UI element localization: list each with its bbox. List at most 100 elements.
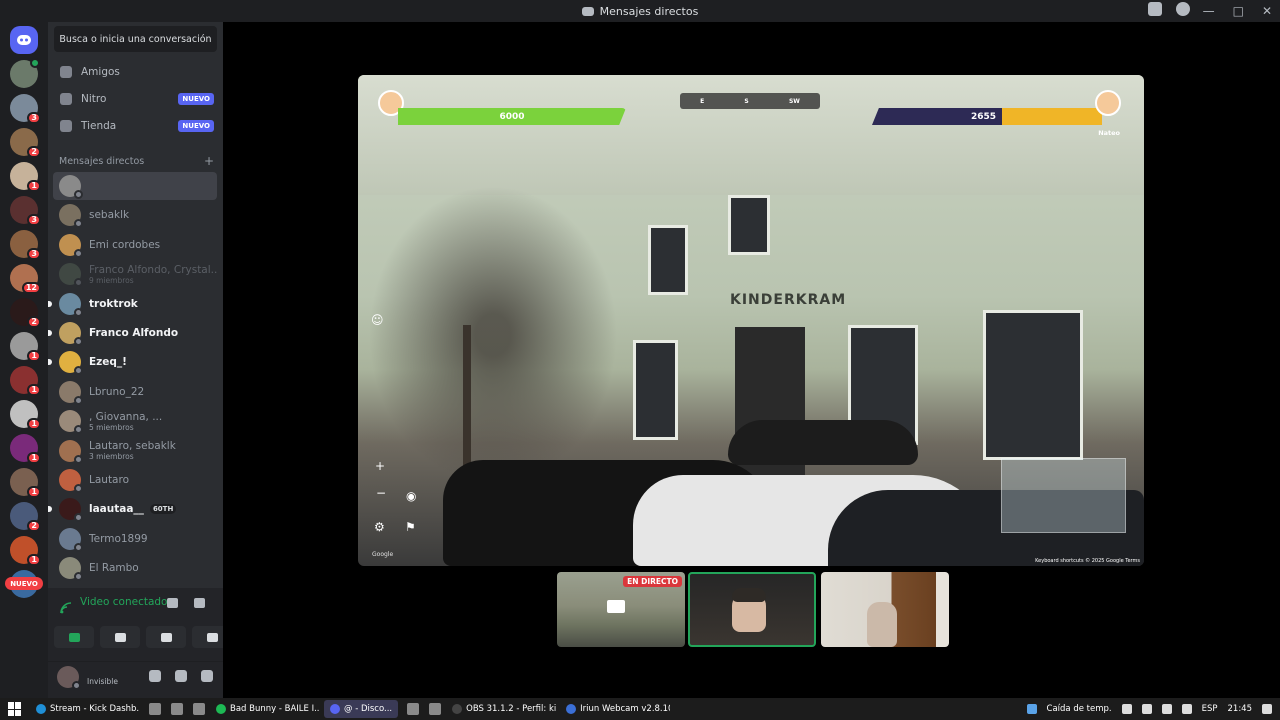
new-servers-pill[interactable]: NUEVO [5, 577, 43, 590]
dm-item[interactable]: El Rambo [53, 554, 217, 582]
dm-item[interactable]: , Giovanna, ... 5 miembros [53, 407, 217, 435]
microphone-tray-icon[interactable] [1141, 704, 1152, 714]
store-icon[interactable] [171, 703, 183, 715]
create-dm-plus-icon[interactable]: + [204, 155, 214, 167]
taskbar-task[interactable]: @ - Disco... [324, 700, 399, 718]
server-icon[interactable]: 2 [10, 502, 41, 532]
server-icon[interactable]: 1 [10, 332, 41, 362]
dm-item[interactable]: Ezeq_! [48, 348, 217, 376]
headphones-icon[interactable] [175, 670, 187, 682]
settings-icon[interactable]: ⚙ [374, 520, 385, 534]
zoom-in-icon[interactable]: + [375, 459, 385, 473]
terminal-icon[interactable] [407, 703, 420, 715]
steam-icon[interactable] [429, 703, 442, 715]
nav-nitro[interactable]: Nitro NUEVO [56, 87, 214, 111]
taskbar-task[interactable]: OBS 31.1.2 - Perfil: ki... [446, 700, 556, 718]
mail-icon[interactable] [193, 703, 205, 715]
dm-avatar [59, 292, 83, 317]
dm-item[interactable]: laautaa__ 60TH [48, 495, 217, 523]
dm-item[interactable]: troktrok [48, 290, 217, 318]
location-pin-icon[interactable]: ◉ [406, 489, 416, 503]
search-conversation-button[interactable]: Busca o inicia una conversación [54, 26, 217, 52]
server-icon[interactable] [10, 58, 40, 88]
dm-item[interactable]: sebaklk [53, 201, 217, 229]
server-icon[interactable]: 2 [10, 298, 41, 328]
taskbar-task-label: Bad Bunny - BAILE I... [230, 704, 320, 714]
weather-icon[interactable] [1026, 704, 1037, 714]
server-icon[interactable]: 1 [10, 434, 41, 464]
emoji-icon[interactable]: ☺ [371, 313, 384, 327]
unread-indicator [48, 506, 52, 513]
webcam-thumbnail-self[interactable] [688, 572, 816, 647]
online-indicator [30, 58, 40, 68]
file-explorer-icon[interactable] [149, 703, 161, 715]
screen-share-button[interactable] [100, 626, 140, 648]
building-window [633, 340, 678, 440]
signal-icon[interactable] [60, 602, 72, 614]
screen-share-stream[interactable]: KINDERKRAM 6000 E S SW 2655 Nateo ☺ + − … [358, 75, 1144, 566]
home-button[interactable] [10, 26, 38, 54]
server-icon[interactable]: 3 [10, 230, 41, 260]
input-language[interactable]: ESP [1202, 704, 1218, 714]
noise-suppression-icon[interactable] [167, 598, 178, 608]
dm-item[interactable] [53, 172, 217, 200]
taskbar-task-label: OBS 31.1.2 - Perfil: ki... [466, 704, 557, 714]
help-icon[interactable] [1176, 2, 1190, 16]
dm-item[interactable]: Lautaro, sebaklk 3 miembros [53, 437, 217, 465]
nav-friends[interactable]: Amigos [56, 60, 214, 84]
compass-s: S [744, 97, 749, 105]
dm-item[interactable]: Franco Alfondo, Crystal... 9 miembros [53, 260, 217, 288]
tray-chevron-icon[interactable] [1121, 704, 1132, 714]
taskbar-task[interactable]: Stream - Kick Dashb... [30, 700, 140, 718]
volume-icon[interactable] [1181, 704, 1192, 714]
server-icon[interactable]: 3 [10, 196, 41, 226]
server-icon[interactable]: 1 [10, 162, 41, 192]
voice-status[interactable]: Video conectado [80, 596, 167, 608]
stream-thumbnail[interactable]: EN DIRECTO [557, 572, 685, 647]
player-name: Nateo [1098, 129, 1120, 137]
dm-item[interactable]: Franco Alfondo [48, 319, 217, 347]
settings-gear-icon[interactable] [201, 670, 213, 682]
minimize-button[interactable]: — [1203, 4, 1215, 18]
notifications-icon[interactable] [1262, 704, 1272, 714]
taskbar-task[interactable]: Bad Bunny - BAILE I... [210, 700, 320, 718]
shop-new-badge: NUEVO [178, 120, 214, 132]
network-icon[interactable] [1161, 704, 1172, 714]
dm-item[interactable]: Lautaro [53, 466, 217, 494]
status-indicator [72, 681, 81, 690]
start-button[interactable] [8, 702, 22, 716]
server-icon[interactable]: 3 [10, 94, 41, 124]
server-icon[interactable]: 12 [10, 264, 41, 294]
taskbar-task[interactable]: Iriun Webcam v2.8.10 [560, 700, 670, 718]
camera-button[interactable] [54, 626, 94, 648]
dm-item[interactable]: Termo1899 [53, 525, 217, 553]
server-icon[interactable]: 1 [10, 468, 41, 498]
dm-item[interactable]: Lbruno_22 [53, 378, 217, 406]
google-logo: Google [372, 551, 394, 558]
weather-text[interactable]: Caída de temp. [1047, 704, 1112, 714]
flag-icon[interactable]: ⚑ [405, 520, 416, 534]
server-icon[interactable]: 2 [10, 128, 41, 158]
close-button[interactable]: ✕ [1262, 4, 1272, 18]
inbox-icon[interactable] [1148, 2, 1162, 16]
server-icon[interactable]: 1 [10, 536, 41, 566]
minimap[interactable] [1001, 458, 1126, 533]
activity-button[interactable] [146, 626, 186, 648]
server-icon[interactable]: 1 [10, 366, 41, 396]
nav-shop[interactable]: Tienda NUEVO [56, 114, 214, 138]
zoom-out-icon[interactable]: − [376, 486, 386, 500]
webcam-thumbnail-friend[interactable] [821, 572, 949, 647]
dm-member-count: 9 miembros [89, 275, 134, 285]
camera-icon [68, 632, 80, 642]
user-avatar[interactable] [57, 666, 81, 690]
dm-item[interactable]: Emi cordobes [53, 231, 217, 259]
microphone-icon[interactable] [149, 670, 161, 682]
nav-nitro-label: Nitro [81, 93, 107, 105]
app-icon [566, 704, 577, 714]
nitro-new-badge: NUEVO [178, 93, 214, 105]
disconnect-icon[interactable] [194, 598, 205, 608]
maximize-button[interactable]: □ [1233, 4, 1244, 18]
clock[interactable]: 21:45 [1228, 704, 1253, 714]
health-fill-right [1002, 108, 1102, 125]
server-icon[interactable]: 1 [10, 400, 41, 430]
